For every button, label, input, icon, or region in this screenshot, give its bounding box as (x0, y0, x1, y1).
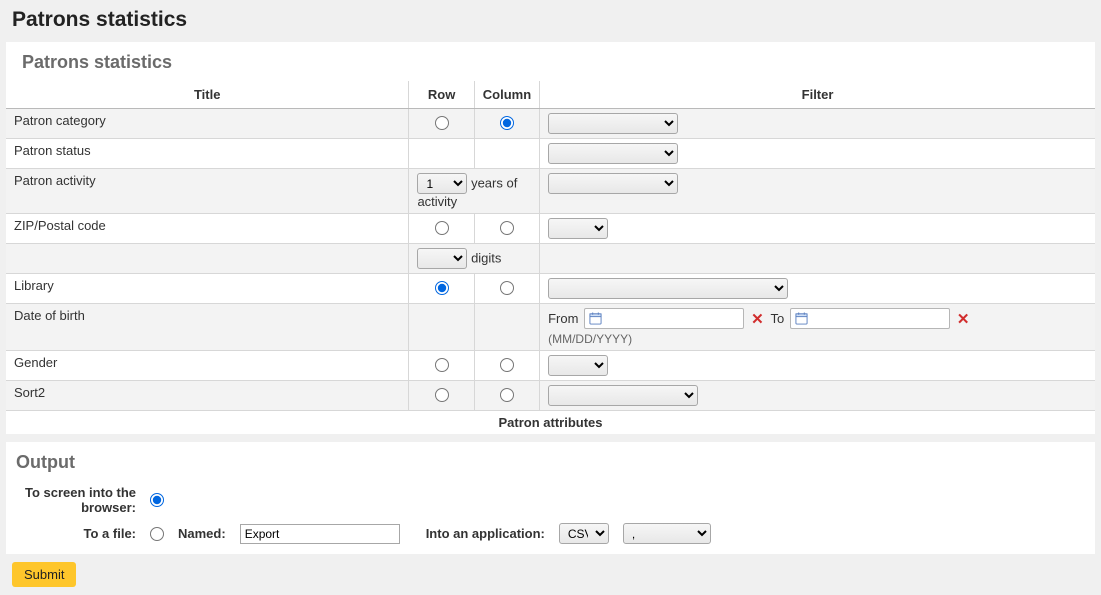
output-panel: Output To screen into the browser: To a … (6, 442, 1095, 595)
page-title: Patrons statistics (0, 0, 1101, 42)
row-zip-digits: digits (6, 244, 1095, 274)
row-attributes-header: Patron attributes (6, 411, 1095, 435)
filter-patron-category[interactable] (548, 113, 678, 134)
row-sort2: Sort2 (6, 381, 1095, 411)
row-patron-status: Patron status (6, 139, 1095, 169)
select-activity-years[interactable]: 1 (417, 173, 467, 194)
radio-output-screen[interactable] (150, 493, 164, 507)
dob-to-input[interactable] (808, 312, 945, 326)
radio-row-library[interactable] (435, 281, 449, 295)
row-patron-category: Patron category (6, 109, 1095, 139)
filter-patron-activity[interactable] (548, 173, 678, 194)
label-patron-activity: Patron activity (6, 169, 409, 214)
row-patron-activity: Patron activity 1 years of activity (6, 169, 1095, 214)
calendar-icon (589, 312, 602, 325)
dob-to-label: To (770, 311, 784, 326)
radio-col-patron-category[interactable] (500, 116, 514, 130)
attributes-heading: Patron attributes (6, 411, 1095, 435)
radio-row-zip[interactable] (435, 221, 449, 235)
row-zip: ZIP/Postal code (6, 214, 1095, 244)
stats-table: Title Row Column Filter Patron category … (6, 81, 1095, 434)
radio-row-gender[interactable] (435, 358, 449, 372)
dob-to-field[interactable] (790, 308, 950, 329)
row-gender: Gender (6, 351, 1095, 381)
filter-sort2[interactable] (548, 385, 698, 406)
label-zip: ZIP/Postal code (6, 214, 409, 244)
label-library: Library (6, 274, 409, 304)
table-header-row: Title Row Column Filter (6, 81, 1095, 109)
radio-col-gender[interactable] (500, 358, 514, 372)
calendar-icon (795, 312, 808, 325)
label-dob: Date of birth (6, 304, 409, 351)
filter-zip[interactable] (548, 218, 608, 239)
row-dob: Date of birth From ✕ To (6, 304, 1095, 351)
radio-row-sort2[interactable] (435, 388, 449, 402)
panel-title: Patrons statistics (6, 52, 1095, 81)
output-heading: Output (6, 448, 1095, 481)
radio-col-sort2[interactable] (500, 388, 514, 402)
into-app-label: Into an application: (426, 526, 545, 541)
select-format[interactable]: CSV (559, 523, 609, 544)
th-title: Title (6, 81, 409, 109)
named-input[interactable] (240, 524, 400, 544)
dob-from-label: From (548, 311, 578, 326)
filter-library[interactable] (548, 278, 788, 299)
radio-output-file[interactable] (150, 527, 164, 541)
th-filter: Filter (540, 81, 1095, 109)
select-separator[interactable]: , (623, 523, 711, 544)
zip-digits-label: digits (471, 251, 501, 266)
dob-from-input[interactable] (602, 312, 739, 326)
output-file-row: To a file: Named: Into an application: C… (6, 519, 1095, 548)
output-screen-row: To screen into the browser: (6, 481, 1095, 519)
th-row: Row (409, 81, 474, 109)
label-patron-category: Patron category (6, 109, 409, 139)
label-gender: Gender (6, 351, 409, 381)
radio-row-patron-category[interactable] (435, 116, 449, 130)
radio-col-library[interactable] (500, 281, 514, 295)
select-zip-digits[interactable] (417, 248, 467, 269)
radio-col-zip[interactable] (500, 221, 514, 235)
submit-bar: Submit (6, 554, 1095, 595)
label-patron-status: Patron status (6, 139, 409, 169)
dob-to-clear-icon[interactable]: ✕ (956, 310, 970, 328)
submit-button[interactable]: Submit (12, 562, 76, 587)
filter-patron-status[interactable] (548, 143, 678, 164)
label-sort2: Sort2 (6, 381, 409, 411)
filter-gender[interactable] (548, 355, 608, 376)
named-label: Named: (178, 526, 226, 541)
dob-from-clear-icon[interactable]: ✕ (750, 310, 764, 328)
row-library: Library (6, 274, 1095, 304)
stats-panel: Patrons statistics Title Row Column Filt… (6, 42, 1095, 434)
th-column: Column (474, 81, 539, 109)
output-screen-label: To screen into the browser: (16, 485, 136, 515)
dob-from-field[interactable] (584, 308, 744, 329)
dob-format-hint: (MM/DD/YYYY) (548, 332, 1087, 346)
output-file-label: To a file: (16, 526, 136, 541)
